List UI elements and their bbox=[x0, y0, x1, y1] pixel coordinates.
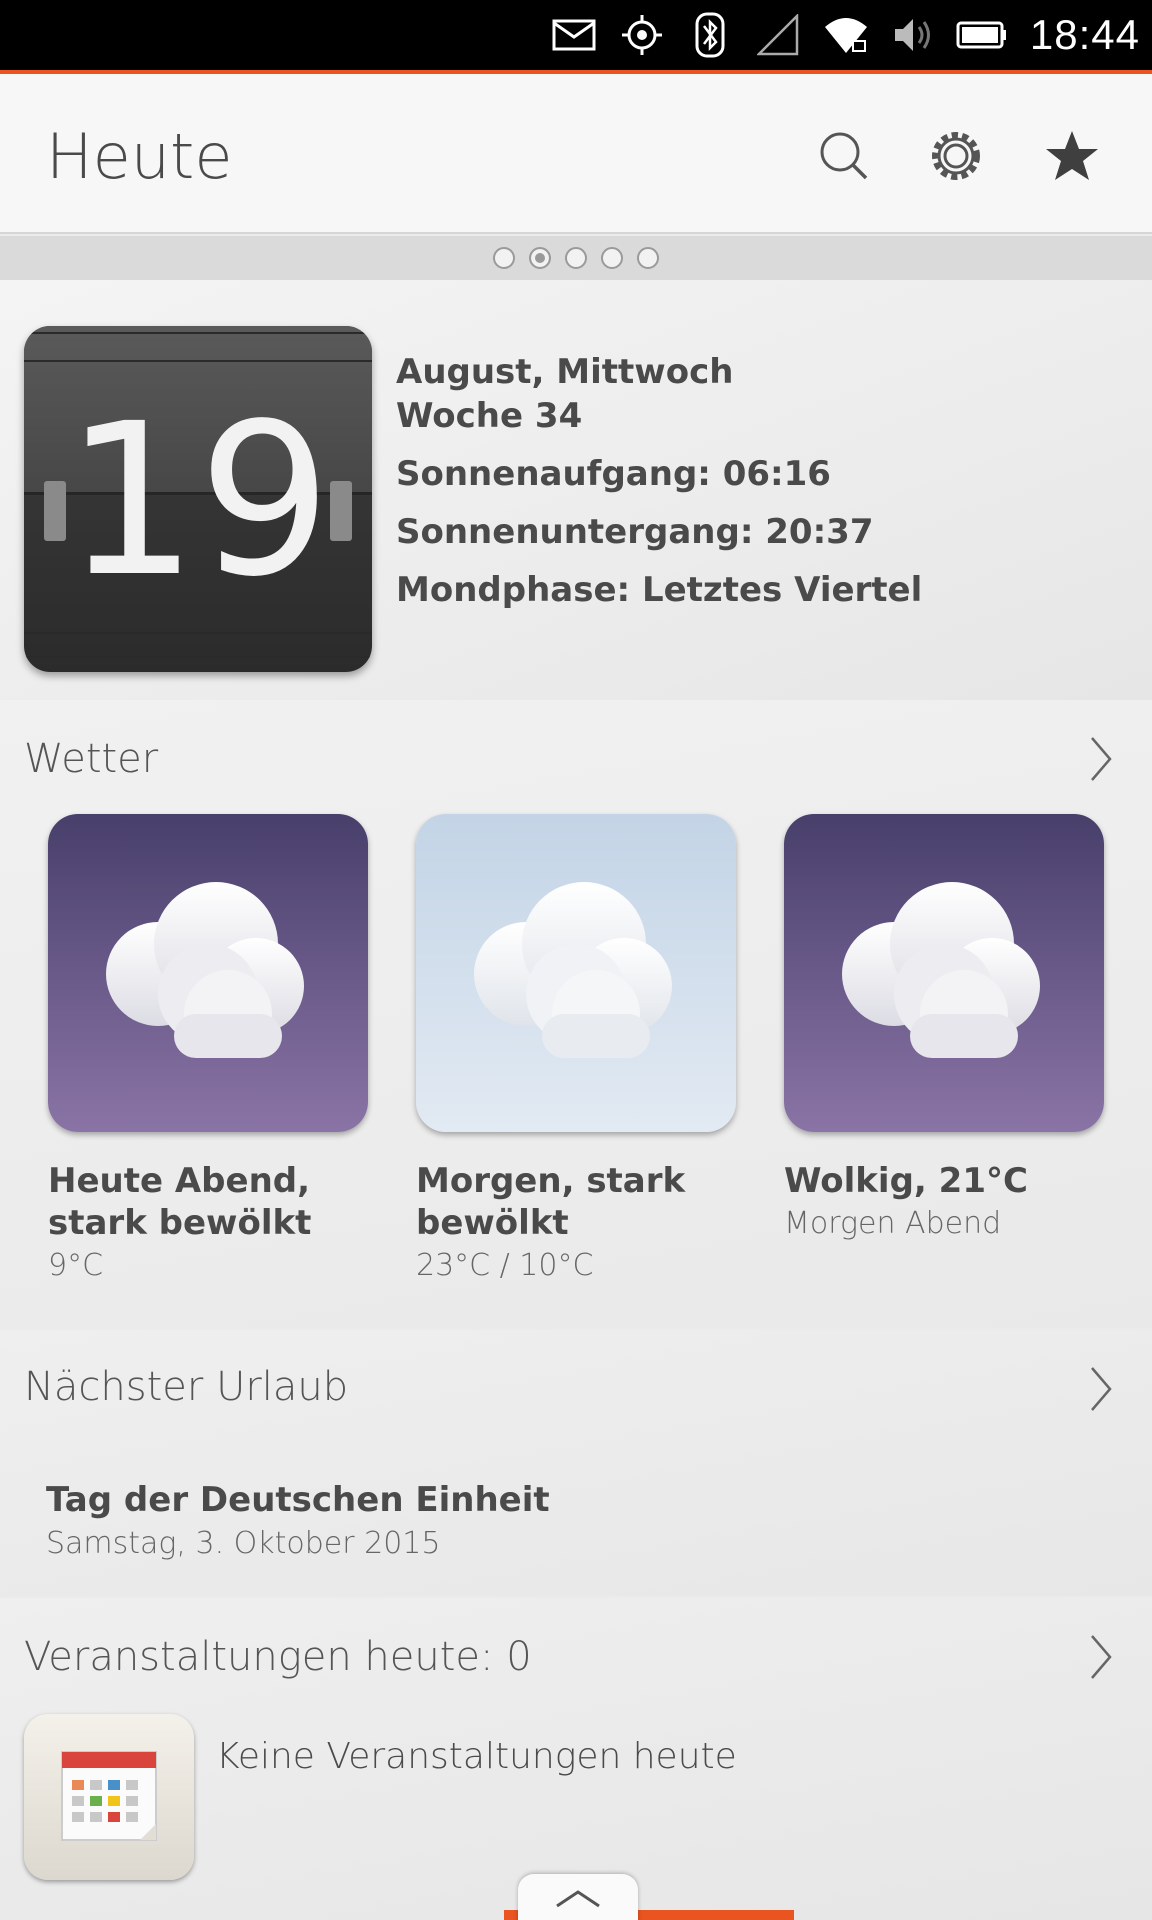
settings-icon bbox=[932, 132, 980, 180]
page-dot[interactable] bbox=[493, 247, 515, 269]
chevron-right-icon[interactable] bbox=[1086, 1364, 1116, 1414]
signal-icon bbox=[752, 9, 804, 61]
events-title: Veranstaltungen heute: 0 bbox=[24, 1634, 532, 1680]
weather-item-subtitle: 9°C bbox=[48, 1248, 104, 1283]
moon-phase: Mondphase: Letztes Viertel bbox=[396, 570, 923, 610]
date-info: August, Mittwoch Woche 34 Sonnenaufgang:… bbox=[396, 350, 922, 612]
holiday-date: Samstag, 3. Oktober 2015 bbox=[46, 1526, 441, 1561]
location-icon bbox=[616, 9, 668, 61]
sunset: Sonnenuntergang: 20:37 bbox=[396, 512, 874, 552]
cloudy-icon bbox=[842, 882, 1040, 1058]
chevron-right-icon[interactable] bbox=[1086, 734, 1116, 784]
chevron-up-icon bbox=[556, 1890, 600, 1908]
volume-icon bbox=[888, 9, 940, 61]
page-dot[interactable] bbox=[637, 247, 659, 269]
weather-item-subtitle: 23°C / 10°C bbox=[416, 1248, 594, 1283]
battery-icon bbox=[956, 9, 1008, 61]
favorite-star-icon bbox=[1046, 131, 1098, 180]
page-title: Heute bbox=[46, 120, 233, 193]
events-section[interactable]: Veranstaltungen heute: 0 Keine Veranstal… bbox=[0, 1598, 1152, 1920]
weather-title: Wetter bbox=[24, 736, 159, 782]
calendar-icon bbox=[24, 1714, 194, 1880]
holiday-name: Tag der Deutschen Einheit bbox=[46, 1480, 550, 1520]
cloudy-icon bbox=[106, 882, 304, 1058]
weather-section[interactable]: Wetter Heute Abend, stark bewölkt 9°C Mo… bbox=[0, 700, 1152, 1328]
weather-item-title: Heute Abend, stark bewölkt bbox=[48, 1161, 312, 1243]
month-weekday: August, Mittwoch bbox=[396, 352, 734, 392]
page-dot[interactable] bbox=[565, 247, 587, 269]
mail-icon bbox=[548, 9, 600, 61]
weather-tile[interactable] bbox=[48, 814, 368, 1132]
weather-item-subtitle: Morgen Abend bbox=[784, 1206, 1002, 1241]
holiday-title: Nächster Urlaub bbox=[24, 1364, 349, 1410]
search-icon bbox=[820, 132, 868, 180]
chevron-right-icon[interactable] bbox=[1086, 1632, 1116, 1682]
calendar-day-flip-icon: 19 bbox=[24, 326, 372, 672]
wifi-icon bbox=[820, 9, 872, 61]
day-number: 19 bbox=[64, 378, 332, 623]
status-time: 18:44 bbox=[1029, 11, 1140, 58]
weather-tile[interactable] bbox=[416, 814, 736, 1132]
status-bar: 18:44 bbox=[0, 0, 1152, 74]
search-button[interactable] bbox=[812, 124, 876, 188]
bottom-edge-handle[interactable] bbox=[518, 1874, 638, 1920]
sunrise: Sonnenaufgang: 06:16 bbox=[396, 454, 831, 494]
no-events-text: Keine Veranstaltungen heute bbox=[216, 1736, 737, 1777]
favorite-button[interactable] bbox=[1040, 124, 1104, 188]
holiday-section[interactable]: Nächster Urlaub Tag der Deutschen Einhei… bbox=[0, 1330, 1152, 1596]
settings-button[interactable] bbox=[924, 124, 988, 188]
date-section: 19 August, Mittwoch Woche 34 Sonnenaufga… bbox=[0, 280, 1152, 700]
bluetooth-icon bbox=[684, 9, 736, 61]
weather-item-title: Morgen, stark bewölkt bbox=[416, 1161, 686, 1243]
page-dot[interactable] bbox=[601, 247, 623, 269]
app-header: Heute bbox=[0, 74, 1152, 234]
weather-item-title: Wolkig, 21°C bbox=[784, 1161, 1028, 1201]
cloudy-icon bbox=[474, 882, 672, 1058]
weather-tile[interactable] bbox=[784, 814, 1104, 1132]
week-number: Woche 34 bbox=[396, 396, 583, 436]
page-dot-active[interactable] bbox=[529, 247, 551, 269]
page-indicator[interactable] bbox=[0, 236, 1152, 280]
